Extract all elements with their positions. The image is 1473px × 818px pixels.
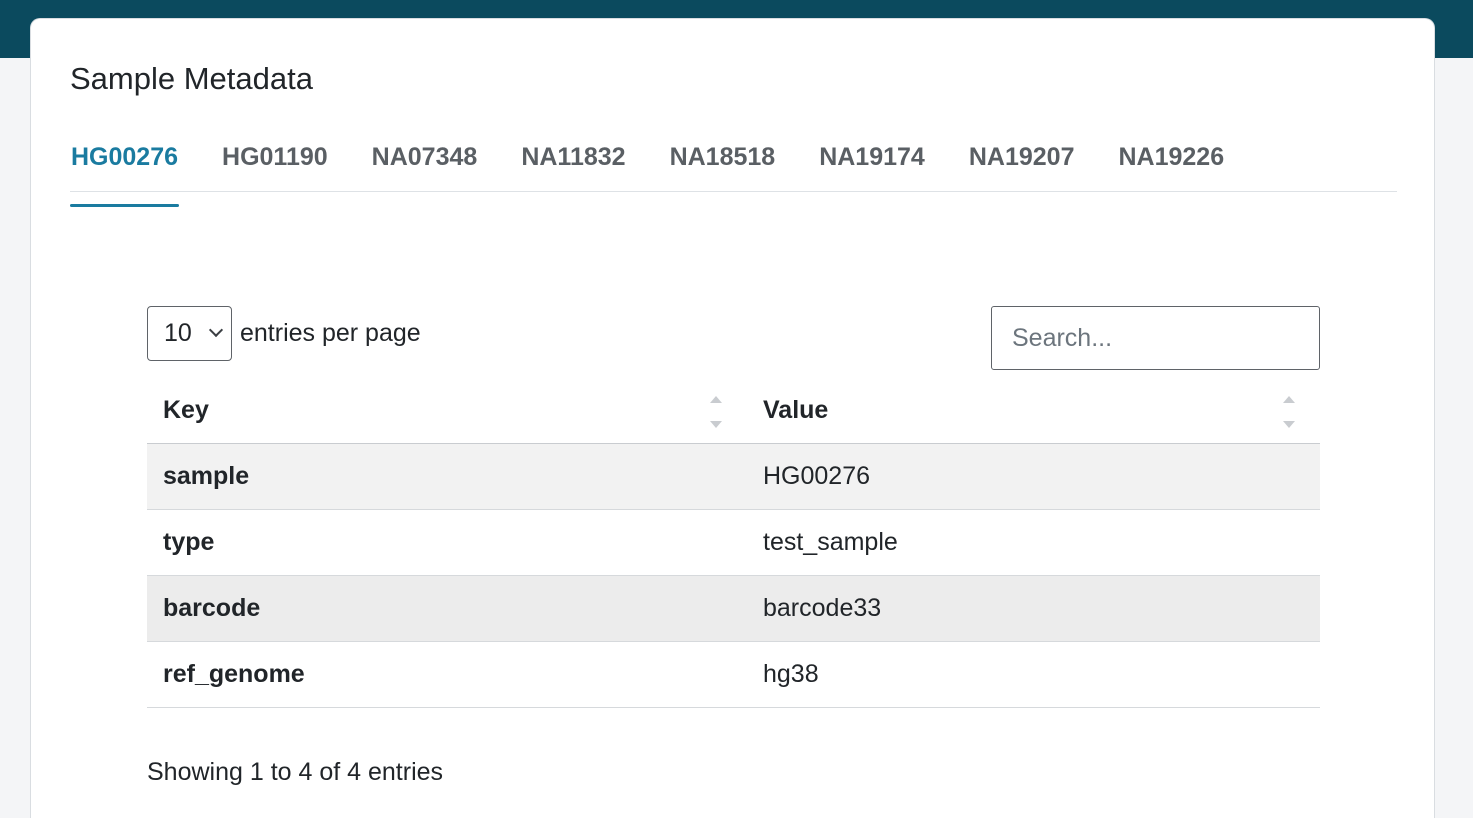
tab-na19174[interactable]: NA19174 (818, 137, 926, 191)
row-value: HG00276 (747, 443, 1320, 510)
table-row: type test_sample (147, 509, 1320, 576)
card-title: Sample Metadata (70, 61, 313, 96)
column-header-value-label: Value (763, 396, 829, 424)
column-header-key[interactable]: Key (147, 378, 747, 444)
row-key: barcode (147, 575, 747, 642)
row-value: barcode33 (747, 575, 1320, 642)
column-header-key-label: Key (163, 396, 209, 424)
row-key: sample (147, 443, 747, 510)
row-value: hg38 (747, 641, 1320, 708)
table-info: Showing 1 to 4 of 4 entries (147, 758, 444, 786)
sort-icon (1282, 396, 1296, 428)
tab-hg00276[interactable]: HG00276 (70, 137, 180, 207)
column-header-value[interactable]: Value (747, 378, 1320, 444)
search-input[interactable] (991, 306, 1320, 370)
tab-na18518[interactable]: NA18518 (669, 137, 777, 191)
chevron-down-icon (208, 322, 224, 338)
tab-na19226[interactable]: NA19226 (1117, 137, 1225, 191)
row-key: type (147, 509, 747, 576)
sample-metadata-card: Sample Metadata HG00276 HG01190 NA07348 … (30, 18, 1435, 818)
table-header-row: Key Value (147, 378, 1320, 444)
tab-na07348[interactable]: NA07348 (371, 137, 479, 191)
table-row: sample HG00276 (147, 443, 1320, 510)
entries-per-page-value: 10 (164, 319, 192, 347)
table-row: barcode barcode33 (147, 575, 1320, 642)
entries-per-page-label: entries per page (240, 319, 421, 347)
table-row: ref_genome hg38 (147, 641, 1320, 708)
tab-hg01190[interactable]: HG01190 (221, 137, 329, 191)
row-value: test_sample (747, 509, 1320, 576)
tab-na19207[interactable]: NA19207 (968, 137, 1076, 191)
tab-na11832[interactable]: NA11832 (520, 137, 626, 191)
sort-icon (709, 396, 723, 428)
sample-tabs: HG00276 HG01190 NA07348 NA11832 NA18518 … (70, 137, 1397, 207)
metadata-table: Key Value sample HG00276 type test_sampl… (147, 378, 1320, 708)
row-key: ref_genome (147, 641, 747, 708)
entries-per-page-select[interactable]: 10 (147, 306, 232, 361)
